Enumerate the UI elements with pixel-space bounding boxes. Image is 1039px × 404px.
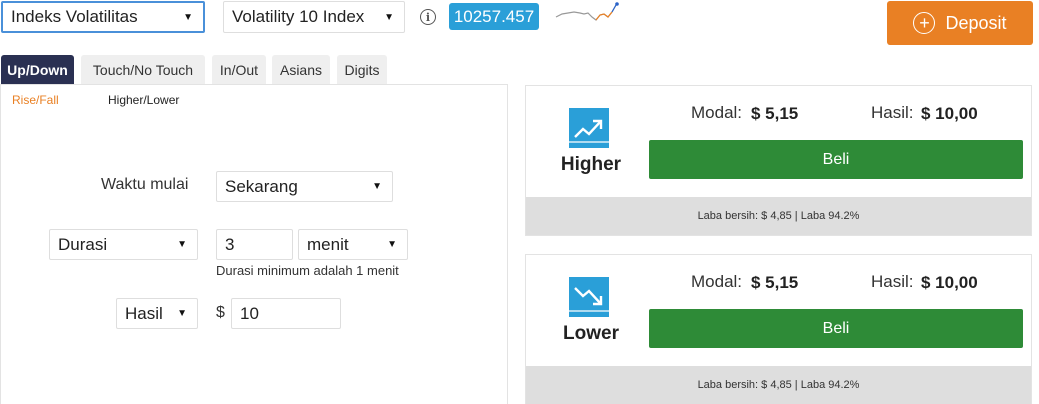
- payout-type-select[interactable]: Hasil ▼: [116, 298, 198, 329]
- tab-in-out[interactable]: In/Out: [212, 55, 266, 85]
- buy-higher-button[interactable]: Beli: [649, 140, 1023, 179]
- trend-down-icon: [569, 277, 609, 317]
- currency-label: $: [216, 304, 225, 321]
- trend-up-icon: [569, 108, 609, 148]
- info-icon[interactable]: i: [420, 9, 436, 25]
- duration-hint: Durasi minimum adalah 1 menit: [216, 263, 399, 278]
- underlying-select[interactable]: Volatility 10 Index ▼: [223, 1, 405, 33]
- profit-summary: Laba bersih: $ 4,85 | Laba 94.2%: [526, 366, 1031, 404]
- deposit-button[interactable]: + Deposit: [887, 1, 1033, 45]
- chevron-down-icon: ▼: [177, 308, 187, 319]
- stake-value: $ 5,15: [751, 273, 799, 292]
- contract-title: Higher: [560, 154, 622, 175]
- stake-label: Modal:: [691, 103, 743, 122]
- payout-label: Hasil:: [871, 272, 914, 291]
- chevron-down-icon: ▼: [372, 181, 382, 192]
- contract-card-higher: Higher Modal: $ 5,15 Hasil: $ 10,00 Beli…: [525, 85, 1032, 236]
- payout-type-value: Hasil: [125, 303, 163, 323]
- chevron-down-icon: ▼: [387, 239, 397, 250]
- duration-amount-input[interactable]: 3: [216, 229, 293, 260]
- market-select-value: Indeks Volatilitas: [11, 7, 138, 26]
- plus-circle-icon: +: [913, 12, 936, 34]
- payout-value: $ 10,00: [921, 104, 978, 123]
- start-time-value: Sekarang: [225, 176, 298, 196]
- contract-title: Lower: [563, 323, 619, 344]
- amount-input[interactable]: 10: [231, 298, 341, 329]
- chevron-down-icon: ▼: [177, 239, 187, 250]
- start-time-select[interactable]: Sekarang ▼: [216, 171, 393, 202]
- start-time-label: Waktu mulai: [101, 176, 189, 193]
- spot-price-badge: 10257.457: [449, 3, 539, 30]
- chevron-down-icon: ▼: [183, 11, 193, 23]
- tab-asians[interactable]: Asians: [272, 55, 330, 85]
- payout-value: $ 10,00: [921, 273, 978, 292]
- contract-card-lower: Lower Modal: $ 5,15 Hasil: $ 10,00 Beli …: [525, 254, 1032, 404]
- buy-lower-button[interactable]: Beli: [649, 309, 1023, 348]
- market-select[interactable]: Indeks Volatilitas ▼: [1, 1, 205, 33]
- deposit-button-label: Deposit: [945, 12, 1007, 33]
- chevron-down-icon: ▼: [384, 11, 394, 23]
- duration-unit-select[interactable]: menit ▼: [298, 229, 408, 260]
- price-sparkline: [555, 2, 619, 21]
- tab-up-down[interactable]: Up/Down: [1, 55, 74, 85]
- payout-label: Hasil:: [871, 103, 914, 122]
- stake-label: Modal:: [691, 272, 743, 291]
- subtab-higher-lower[interactable]: Higher/Lower: [108, 93, 179, 107]
- underlying-select-value: Volatility 10 Index: [232, 7, 365, 26]
- stake-value: $ 5,15: [751, 104, 799, 123]
- profit-summary: Laba bersih: $ 4,85 | Laba 94.2%: [526, 197, 1031, 235]
- duration-type-value: Durasi: [58, 234, 108, 254]
- subtab-rise-fall[interactable]: Rise/Fall: [12, 93, 59, 107]
- duration-type-select[interactable]: Durasi ▼: [49, 229, 198, 260]
- tab-touch-no-touch[interactable]: Touch/No Touch: [81, 55, 205, 85]
- tab-digits[interactable]: Digits: [337, 55, 387, 85]
- duration-unit-value: menit: [307, 234, 349, 254]
